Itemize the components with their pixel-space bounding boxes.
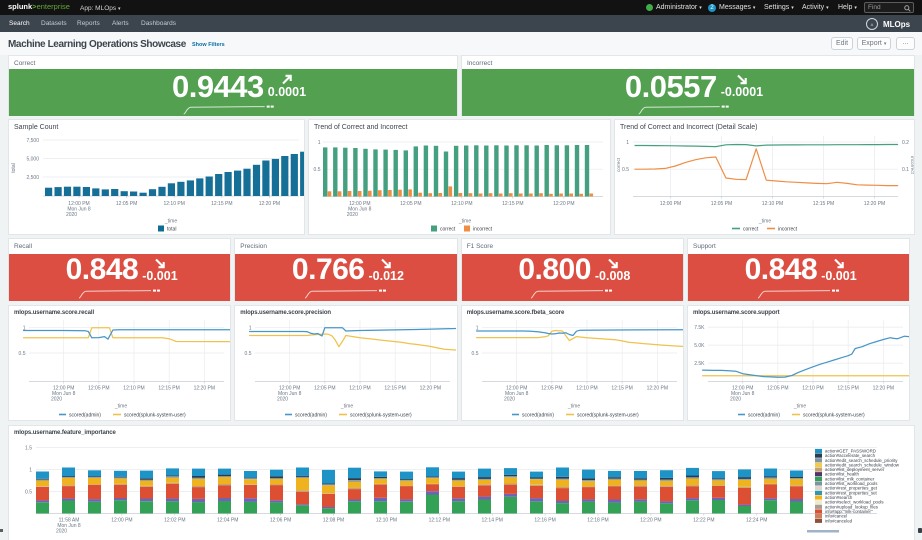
svg-text:total: total: [11, 163, 17, 172]
svg-text:12:04 PM: 12:04 PM: [217, 517, 238, 523]
svg-text:12:05 PM: 12:05 PM: [314, 385, 335, 391]
svg-text:0.5: 0.5: [471, 350, 478, 356]
svg-text:_time: _time: [114, 403, 127, 409]
svg-text:scored(splunk-system-user): scored(splunk-system-user): [803, 412, 865, 418]
svg-text:1: 1: [318, 140, 321, 146]
svg-text:7,500: 7,500: [26, 138, 39, 144]
svg-text:_time: _time: [164, 219, 177, 225]
svg-text:12:10 PM: 12:10 PM: [451, 201, 472, 207]
svg-text:correct: correct: [743, 227, 759, 233]
svg-text:2020: 2020: [504, 396, 515, 402]
svg-text:scored(admin): scored(admin): [522, 412, 554, 418]
svg-text:incorrect: incorrect: [778, 227, 798, 233]
svg-text:0.5: 0.5: [25, 489, 32, 495]
svg-text:12:14 PM: 12:14 PM: [481, 517, 502, 523]
svg-text:12:05 PM: 12:05 PM: [400, 201, 421, 207]
svg-text:12:18 PM: 12:18 PM: [587, 517, 608, 523]
svg-text:12:12 PM: 12:12 PM: [429, 517, 450, 523]
svg-text:2020: 2020: [56, 528, 67, 534]
svg-text:_time: _time: [458, 219, 471, 225]
svg-text:12:05 PM: 12:05 PM: [541, 385, 562, 391]
svg-text:12:20 PM: 12:20 PM: [259, 201, 280, 207]
svg-text:correct: correct: [616, 157, 621, 172]
svg-text:12:10 PM: 12:10 PM: [762, 201, 783, 207]
svg-text:total: total: [167, 227, 176, 233]
svg-text:0.5: 0.5: [314, 167, 321, 173]
svg-text:12:10 PM: 12:10 PM: [802, 385, 823, 391]
svg-text:2020: 2020: [66, 212, 77, 218]
svg-text:incorrect: incorrect: [473, 227, 493, 233]
svg-text:12:00 PM: 12:00 PM: [111, 517, 132, 523]
svg-text:12:15 PM: 12:15 PM: [211, 201, 232, 207]
svg-text:12:10 PM: 12:10 PM: [576, 385, 597, 391]
svg-text:2020: 2020: [277, 396, 288, 402]
svg-text:12:08 PM: 12:08 PM: [323, 517, 344, 523]
svg-text:info#canceled: info#canceled: [825, 518, 853, 523]
svg-text:12:10 PM: 12:10 PM: [376, 517, 397, 523]
svg-text:5.0K: 5.0K: [694, 342, 705, 348]
svg-text:12:16 PM: 12:16 PM: [534, 517, 555, 523]
svg-text:scored(admin): scored(admin): [748, 412, 780, 418]
svg-text:1: 1: [29, 467, 32, 473]
svg-text:12:22 PM: 12:22 PM: [693, 517, 714, 523]
svg-text:0.5: 0.5: [19, 350, 26, 356]
svg-text:12:10 PM: 12:10 PM: [123, 385, 144, 391]
svg-text:2020: 2020: [51, 396, 62, 402]
svg-text:5,000: 5,000: [26, 156, 39, 162]
svg-text:1: 1: [626, 140, 629, 146]
svg-text:12:15 PM: 12:15 PM: [611, 385, 632, 391]
svg-text:12:10 PM: 12:10 PM: [350, 385, 371, 391]
svg-text:_time: _time: [567, 403, 580, 409]
svg-text:_time: _time: [758, 219, 771, 225]
svg-text:0.1: 0.1: [902, 167, 909, 173]
svg-text:12:05 PM: 12:05 PM: [116, 201, 137, 207]
svg-text:12:05 PM: 12:05 PM: [767, 385, 788, 391]
svg-text:12:20 PM: 12:20 PM: [553, 201, 574, 207]
svg-text:12:15 PM: 12:15 PM: [385, 385, 406, 391]
svg-text:1: 1: [249, 325, 252, 331]
svg-text:scored(splunk-system-user): scored(splunk-system-user): [124, 412, 186, 418]
svg-text:12:10 PM: 12:10 PM: [163, 201, 184, 207]
svg-text:12:05 PM: 12:05 PM: [88, 385, 109, 391]
svg-text:0.5: 0.5: [245, 350, 252, 356]
svg-text:2,500: 2,500: [26, 175, 39, 181]
svg-text:12:05 PM: 12:05 PM: [711, 201, 732, 207]
svg-text:2.5K: 2.5K: [694, 360, 705, 366]
svg-text:12:15 PM: 12:15 PM: [158, 385, 179, 391]
svg-text:incorrect: incorrect: [910, 156, 914, 174]
svg-text:_time: _time: [340, 403, 353, 409]
svg-text:12:15 PM: 12:15 PM: [502, 201, 523, 207]
svg-text:2020: 2020: [730, 396, 741, 402]
svg-text:0.5: 0.5: [622, 167, 629, 173]
svg-text:7.5K: 7.5K: [694, 324, 705, 330]
svg-text:12:15 PM: 12:15 PM: [813, 201, 834, 207]
svg-text:1.5: 1.5: [25, 445, 32, 451]
svg-text:scored(splunk-system-user): scored(splunk-system-user): [350, 412, 412, 418]
svg-text:12:24 PM: 12:24 PM: [746, 517, 767, 523]
svg-text:12:06 PM: 12:06 PM: [270, 517, 291, 523]
svg-text:12:20 PM: 12:20 PM: [873, 385, 894, 391]
svg-text:12:20 PM: 12:20 PM: [640, 517, 661, 523]
svg-text:0.2: 0.2: [902, 140, 909, 146]
svg-text:scored(admin): scored(admin): [69, 412, 101, 418]
svg-text:12:15 PM: 12:15 PM: [837, 385, 858, 391]
svg-text:12:00 PM: 12:00 PM: [660, 201, 681, 207]
svg-text:12:20 PM: 12:20 PM: [864, 201, 885, 207]
svg-text:12:20 PM: 12:20 PM: [420, 385, 441, 391]
svg-text:scored(splunk-system-user): scored(splunk-system-user): [577, 412, 639, 418]
svg-text:12:20 PM: 12:20 PM: [646, 385, 667, 391]
svg-text:_time: _time: [793, 403, 806, 409]
svg-text:12:02 PM: 12:02 PM: [164, 517, 185, 523]
svg-text:2020: 2020: [347, 212, 358, 218]
svg-text:correct: correct: [440, 227, 456, 233]
svg-text:12:20 PM: 12:20 PM: [194, 385, 215, 391]
svg-text:scored(admin): scored(admin): [295, 412, 327, 418]
